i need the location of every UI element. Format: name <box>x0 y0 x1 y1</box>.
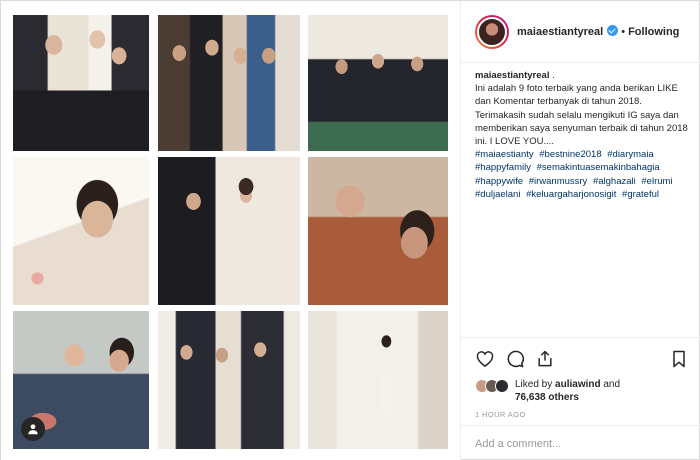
post-actions: Liked by auliawind and 76,638 others 1 H… <box>461 337 700 419</box>
grid-photo-1 <box>13 15 149 151</box>
grid-photo-4 <box>13 157 149 305</box>
username-text[interactable]: maiaestiantyreal <box>517 26 603 38</box>
profile-avatar[interactable] <box>475 14 509 49</box>
hashtag-link[interactable]: #duljaelani <box>475 189 520 200</box>
comment-input[interactable] <box>475 437 685 450</box>
likes-text: Liked by auliawind and 76,638 others <box>515 378 620 404</box>
verified-badge-icon <box>607 25 619 36</box>
hashtag-link[interactable]: #elrumi <box>641 176 672 187</box>
grid-photo-7 <box>13 311 149 449</box>
grid-photo-8 <box>158 311 300 449</box>
grid-photo-2 <box>158 15 300 151</box>
comment-icon[interactable] <box>505 349 525 369</box>
hashtag-link[interactable]: #diarymaia <box>607 149 653 160</box>
action-icon-row <box>475 346 689 372</box>
instagram-post-window: maiaestiantyreal • Following maiaestiant… <box>0 0 700 460</box>
hashtag-link[interactable]: #alghazali <box>593 176 636 187</box>
hashtag-link[interactable]: #happywife <box>475 176 523 187</box>
following-button[interactable]: Following <box>628 26 679 38</box>
liked-by-user-link[interactable]: auliawind <box>555 379 601 390</box>
post-header: maiaestiantyreal • Following <box>461 1 700 63</box>
hashtag-link[interactable]: #grateful <box>622 189 659 200</box>
add-comment-bar <box>461 425 700 460</box>
hashtag-link[interactable]: #maiaestianty <box>475 149 534 160</box>
grid-photo-5 <box>158 157 300 305</box>
caption-text: Ini adalah 9 foto terbaik yang anda beri… <box>475 83 688 148</box>
caption-username[interactable]: maiaestiantyreal <box>475 70 549 81</box>
likes-summary: Liked by auliawind and 76,638 others <box>475 378 689 404</box>
liker-avatars <box>475 379 509 393</box>
likes-count-link[interactable]: 76,638 others <box>515 392 579 403</box>
liker-avatar[interactable] <box>495 379 509 393</box>
post-caption: maiaestiantyreal . Ini adalah 9 foto ter… <box>475 70 689 201</box>
post-sidebar: maiaestiantyreal • Following maiaestiant… <box>461 1 700 460</box>
post-timestamp[interactable]: 1 HOUR AGO <box>475 410 689 419</box>
hashtag-link[interactable]: #bestnine2018 <box>539 149 601 160</box>
heart-icon[interactable] <box>475 349 495 369</box>
hashtag-link[interactable]: #keluargaharjonosigit <box>526 189 616 200</box>
hashtag-link[interactable]: #semakintuasemakinbahagia <box>537 162 660 173</box>
liked-by-label: Liked by <box>515 379 553 390</box>
tagged-people-button[interactable] <box>21 417 45 441</box>
post-image-best-nine-grid[interactable] <box>1 1 461 460</box>
hashtag-link[interactable]: #irwanmussry <box>529 176 588 187</box>
grid-photo-9 <box>308 311 448 449</box>
liked-by-and: and <box>603 379 621 390</box>
user-tag-icon <box>28 424 38 435</box>
bookmark-icon[interactable] <box>669 349 689 369</box>
separator-dot: • <box>621 25 626 38</box>
grid-photo-6 <box>308 157 448 305</box>
username-link[interactable]: maiaestiantyreal <box>517 25 619 38</box>
grid-photo-3 <box>308 15 448 151</box>
hashtag-link[interactable]: #happyfamily <box>475 162 531 173</box>
share-icon[interactable] <box>535 349 555 369</box>
hashtag-list: #maiaestianty #bestnine2018 #diarymaia #… <box>475 148 689 201</box>
